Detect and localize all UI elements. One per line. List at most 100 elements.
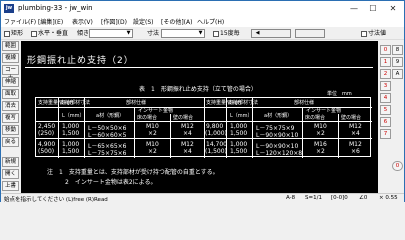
- drawing-canvas[interactable]: 形鋼振れ止め支持（2） 表 1 形鋼振れ止め支持（立て管の場合） 単位 mm 支…: [21, 41, 378, 193]
- status-scale[interactable]: S=1/1: [305, 195, 322, 201]
- rect-toggle[interactable]: 矩形: [4, 29, 23, 38]
- menu-edit[interactable]: [編集](E): [38, 17, 63, 26]
- hv-checkbox[interactable]: [31, 30, 37, 37]
- status-group[interactable]: [0-0]0: [331, 195, 348, 201]
- tool-stretch[interactable]: 伸縮: [2, 77, 19, 87]
- menu-view[interactable]: 表示(V): [72, 17, 93, 26]
- right-toolbar: 0 1 2 3 4 5 6 7 8 9 A 0: [380, 41, 404, 193]
- size-dropdown[interactable]: ▼: [161, 29, 205, 38]
- tilt-label: 傾き: [77, 30, 90, 37]
- tool-new[interactable]: 新規: [2, 157, 19, 167]
- tool-open[interactable]: 開く: [2, 169, 19, 179]
- cell: ×6: [351, 148, 360, 155]
- header-wall: 壁の場合: [341, 115, 362, 121]
- close-button[interactable]: ✕: [386, 3, 400, 14]
- dim-value-toggle[interactable]: 寸法値: [361, 29, 386, 38]
- layer-group-6[interactable]: 6: [380, 117, 391, 127]
- cell: 1,500: [230, 148, 248, 155]
- header-a-material: a材（形鋼）: [96, 113, 125, 119]
- cell: ×2: [148, 148, 157, 155]
- layer-a[interactable]: A: [392, 69, 403, 79]
- tool-save[interactable]: 上書: [2, 181, 19, 191]
- status-angle[interactable]: ∠0: [359, 195, 367, 201]
- chevron-down-icon: ▼: [198, 30, 203, 36]
- cell: ×2: [148, 130, 157, 137]
- cell: 14,700: [206, 141, 227, 148]
- cell: L－120×120×8: [256, 150, 303, 157]
- tool-copy[interactable]: 複写: [2, 113, 19, 123]
- app-icon: jw: [4, 4, 14, 13]
- minimize-button[interactable]: —: [347, 3, 361, 14]
- dim-value-checkbox[interactable]: [361, 30, 367, 37]
- header-spec: 部材仕様: [294, 100, 315, 106]
- deg15-toggle[interactable]: 15度毎: [213, 29, 240, 38]
- rect-checkbox[interactable]: [4, 30, 10, 37]
- table-vline: [134, 107, 135, 158]
- cell: 1,000: [62, 141, 80, 148]
- menu-file[interactable]: ファイル(F): [4, 17, 36, 26]
- cell: 1,500: [230, 130, 248, 137]
- cell: M12: [181, 141, 194, 148]
- menu-help[interactable]: ヘルプ(H): [197, 17, 224, 26]
- tool-corner[interactable]: コーナ: [2, 65, 19, 81]
- layer-group-4[interactable]: 4: [380, 93, 391, 103]
- cell: ×4: [183, 130, 192, 137]
- cell: 1,000: [230, 123, 248, 130]
- cell: 2,450: [38, 123, 56, 130]
- hv-toggle[interactable]: 水平・垂直: [31, 29, 68, 38]
- cell: ×4: [183, 148, 192, 155]
- table-vline: [252, 98, 253, 158]
- maximize-button[interactable]: ☐: [366, 3, 380, 14]
- tool-range[interactable]: 範囲: [2, 41, 19, 51]
- menu-draw[interactable]: [作図](D): [101, 17, 127, 26]
- layer-group-2[interactable]: 2: [380, 69, 391, 79]
- unit-label: 単位 mm: [327, 91, 352, 97]
- layer-group-1[interactable]: 1: [380, 57, 391, 67]
- table-vline: [58, 98, 59, 158]
- tool-parallel[interactable]: 複線: [2, 53, 19, 63]
- cell: ×4: [351, 130, 360, 137]
- tool-chamfer[interactable]: 面取: [2, 89, 19, 99]
- header-wall: 壁の場合: [173, 115, 194, 121]
- note-1: 注 1 支持重量とは、支持部材が受け持つ配管の自重とする。: [47, 169, 219, 176]
- cell: ×2: [316, 130, 325, 137]
- header-weight: 支持重量N(kgf): [206, 100, 242, 106]
- layer-1[interactable]: 9: [392, 57, 403, 67]
- cell: 1,500: [62, 148, 80, 155]
- tool-erase[interactable]: 消去: [2, 101, 19, 111]
- cell: ×2: [316, 148, 325, 155]
- menu-other[interactable]: [その他](A): [161, 17, 192, 26]
- cell: 4,900: [38, 141, 56, 148]
- cell: M12: [349, 141, 362, 148]
- tilt-dropdown[interactable]: ▼: [89, 29, 133, 38]
- layer-all-button[interactable]: 0: [392, 161, 403, 171]
- header-a-material: a材（形鋼）: [264, 113, 293, 119]
- heading-underline: [25, 67, 373, 68]
- tool-undo[interactable]: 戻る: [2, 137, 19, 147]
- header-support: 支持部材寸法: [60, 100, 91, 106]
- layer-group-7[interactable]: 7: [380, 129, 391, 139]
- status-bar: 始点を指示してください (L)free (R)Read A-8 S=1/1 [0…: [1, 193, 404, 203]
- table-title: 表 1 形鋼振れ止め支持（立て管の場合）: [139, 86, 257, 93]
- table-vline: [170, 114, 171, 158]
- layer-group-3[interactable]: 3: [380, 81, 391, 91]
- status-layer[interactable]: A-8: [286, 195, 295, 201]
- cell: (250): [38, 130, 55, 137]
- table-vline: [302, 107, 303, 158]
- spec-table: 支持重量N(kgf) 支持部材寸法 部材仕様 インサート金物 L（mm） a材（…: [35, 97, 372, 158]
- layer-0[interactable]: 8: [392, 45, 403, 55]
- cell: L－60×60×5: [88, 132, 127, 139]
- header-floor: 床の場合: [305, 115, 326, 121]
- layer-group-5[interactable]: 5: [380, 105, 391, 115]
- menu-settings[interactable]: 設定(S): [133, 17, 154, 26]
- header-insert: インサート金物: [138, 108, 174, 114]
- status-zoom[interactable]: × 0.55: [379, 195, 398, 201]
- deg15-checkbox[interactable]: [213, 30, 219, 37]
- header-length: L（mm）: [62, 113, 85, 119]
- blank-button[interactable]: [295, 29, 325, 38]
- step-button[interactable]: ◀: [251, 29, 291, 38]
- layer-group-0[interactable]: 0: [380, 45, 391, 55]
- tool-move[interactable]: 移動: [2, 125, 19, 135]
- cell: L－75×75×6: [88, 150, 127, 157]
- chevron-down-icon: ▼: [126, 30, 131, 36]
